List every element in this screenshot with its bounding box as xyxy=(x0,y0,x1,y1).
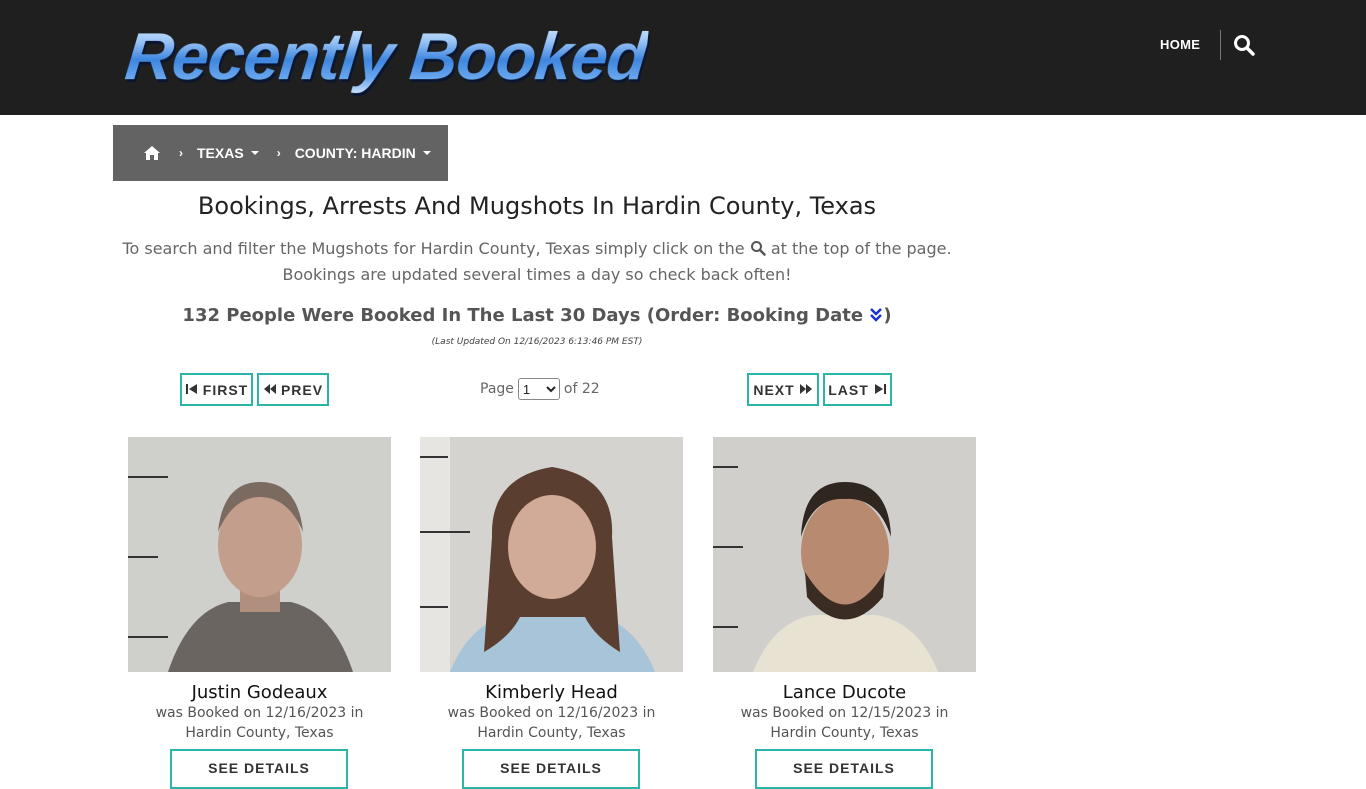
see-details-button[interactable]: SEE DETAILS xyxy=(755,749,933,789)
site-logo[interactable]: Recently Booked xyxy=(122,18,650,94)
last-page-icon xyxy=(873,382,887,398)
next-page-button[interactable]: NEXT xyxy=(747,373,819,406)
prev-page-button[interactable]: PREV xyxy=(257,373,329,406)
last-updated-text: (Last Updated On 12/16/2023 6:13:46 PM E… xyxy=(431,337,643,347)
chevron-right-icon: › xyxy=(276,146,281,160)
booking-card: Justin Godeaux was Booked on 12/16/2023 … xyxy=(128,437,391,789)
sort-order-icon[interactable] xyxy=(869,305,883,322)
page-label: Page xyxy=(480,381,514,397)
breadcrumb: › TEXAS › COUNTY: HARDIN xyxy=(113,125,448,181)
nav-home-link[interactable]: HOME xyxy=(1160,35,1200,55)
intro-text-before: To search and filter the Mugshots for Ha… xyxy=(122,239,745,258)
breadcrumb-county-label: COUNTY: HARDIN xyxy=(294,145,416,161)
booking-count-heading: 132 People Were Booked In The Last 30 Da… xyxy=(113,303,961,329)
booking-card: Kimberly Head was Booked on 12/16/2023 i… xyxy=(420,437,683,789)
site-header: Recently Booked HOME xyxy=(0,0,1366,115)
booking-location-text: Hardin County, Texas xyxy=(185,725,334,741)
rewind-icon xyxy=(263,382,277,398)
search-icon[interactable] xyxy=(1232,33,1256,57)
caret-down-icon xyxy=(422,151,431,155)
last-page-label: LAST xyxy=(828,381,869,398)
breadcrumb-state-label: TEXAS xyxy=(197,145,244,161)
nav-divider xyxy=(1220,30,1221,60)
booking-location-text: Hardin County, Texas xyxy=(477,725,626,741)
see-details-button[interactable]: SEE DETAILS xyxy=(170,749,348,789)
home-icon[interactable] xyxy=(143,145,161,161)
booking-date-text: was Booked on 12/15/2023 in xyxy=(740,705,949,721)
page-selector: Page 1 of 22 xyxy=(480,377,600,401)
last-page-button[interactable]: LAST xyxy=(823,373,892,406)
intro-text: To search and filter the Mugshots for Ha… xyxy=(113,236,961,288)
booking-info: was Booked on 12/16/2023 in Hardin County… xyxy=(420,703,683,743)
mugshot-photo[interactable] xyxy=(420,437,683,672)
booking-count-text: 132 People Were Booked In The Last 30 Da… xyxy=(182,305,864,326)
first-page-icon xyxy=(185,382,199,398)
fast-forward-icon xyxy=(799,382,813,398)
next-page-label: NEXT xyxy=(753,381,795,398)
page-total-label: of 22 xyxy=(563,381,600,397)
first-page-label: FIRST xyxy=(202,381,249,398)
booking-date-text: was Booked on 12/16/2023 in xyxy=(447,705,656,721)
person-name-link[interactable]: Lance Ducote xyxy=(713,681,976,705)
person-name-link[interactable]: Kimberly Head xyxy=(420,681,683,705)
page-title: Bookings, Arrests And Mugshots In Hardin… xyxy=(197,192,877,220)
chevron-right-icon: › xyxy=(179,146,183,160)
booking-info: was Booked on 12/15/2023 in Hardin County… xyxy=(713,703,976,743)
booking-count-close: ) xyxy=(883,305,892,326)
prev-page-label: PREV xyxy=(280,381,324,398)
booking-info: was Booked on 12/16/2023 in Hardin County… xyxy=(128,703,391,743)
booking-card: Lance Ducote was Booked on 12/15/2023 in… xyxy=(713,437,976,789)
booking-location-text: Hardin County, Texas xyxy=(770,725,919,741)
mugshot-photo[interactable] xyxy=(713,437,976,672)
person-name-link[interactable]: Justin Godeaux xyxy=(128,681,391,705)
page-number-select[interactable]: 1 xyxy=(517,378,560,400)
booking-date-text: was Booked on 12/16/2023 in xyxy=(155,705,364,721)
caret-down-icon xyxy=(250,151,259,155)
mugshot-photo[interactable] xyxy=(128,437,391,672)
search-icon xyxy=(750,238,766,256)
breadcrumb-state-dropdown[interactable]: TEXAS xyxy=(197,145,259,161)
first-page-button[interactable]: FIRST xyxy=(180,373,253,406)
breadcrumb-county-dropdown[interactable]: COUNTY: HARDIN xyxy=(295,145,431,161)
see-details-button[interactable]: SEE DETAILS xyxy=(462,749,640,789)
